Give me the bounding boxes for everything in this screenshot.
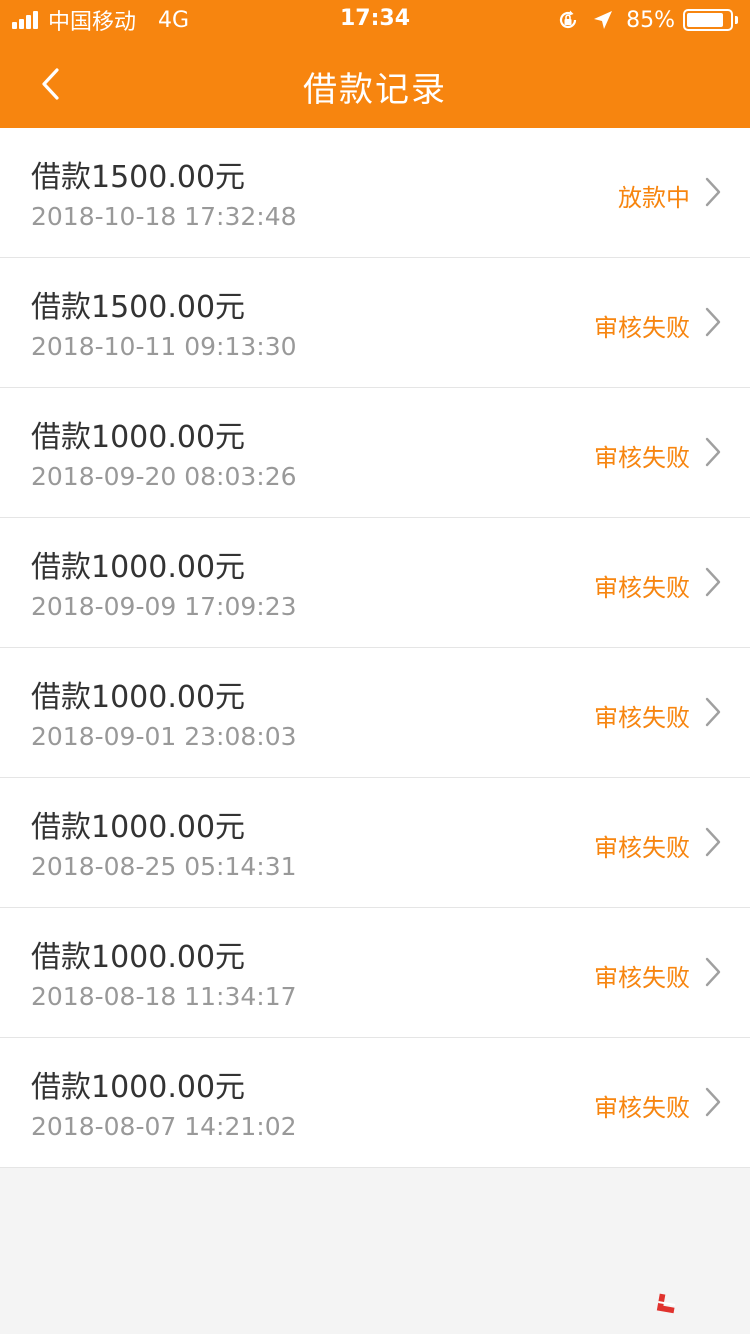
loan-amount: 借款1000.00元 [31, 1070, 246, 1105]
chevron-right-icon [705, 827, 721, 857]
battery-icon [683, 9, 733, 31]
loan-status: 审核失败 [594, 1094, 690, 1122]
orientation-lock-icon [556, 8, 580, 32]
status-bar: 中国移动 4G 17:34 85% [0, 0, 750, 40]
loan-amount: 借款1000.00元 [31, 940, 246, 975]
loan-record-item[interactable]: 借款1500.00元 2018-10-18 17:32:48 放款中 [0, 128, 750, 258]
location-arrow-icon [592, 9, 614, 31]
loan-amount: 借款1000.00元 [31, 420, 246, 455]
loan-record-item[interactable]: 借款1000.00元 2018-08-25 05:14:31 审核失败 [0, 778, 750, 908]
watermark-logo [656, 1293, 676, 1314]
loan-amount: 借款1500.00元 [31, 160, 246, 195]
loan-time: 2018-10-18 17:32:48 [31, 202, 297, 231]
loan-record-item[interactable]: 借款1000.00元 2018-09-09 17:09:23 审核失败 [0, 518, 750, 648]
loan-time: 2018-09-01 23:08:03 [31, 722, 297, 751]
loan-time: 2018-09-09 17:09:23 [31, 592, 297, 621]
loan-time: 2018-09-20 08:03:26 [31, 462, 297, 491]
loan-status: 审核失败 [594, 444, 690, 472]
chevron-right-icon [705, 957, 721, 987]
chevron-right-icon [705, 697, 721, 727]
nav-bar: 借款记录 [0, 40, 750, 128]
loan-status: 放款中 [618, 184, 690, 212]
loan-time: 2018-08-25 05:14:31 [31, 852, 297, 881]
loan-amount: 借款1000.00元 [31, 810, 246, 845]
loan-record-item[interactable]: 借款1000.00元 2018-09-01 23:08:03 审核失败 [0, 648, 750, 778]
chevron-right-icon [705, 307, 721, 337]
status-right: 85% [556, 6, 738, 34]
loan-time: 2018-08-18 11:34:17 [31, 982, 297, 1011]
loan-amount: 借款1500.00元 [31, 290, 246, 325]
loan-time: 2018-10-11 09:13:30 [31, 332, 297, 361]
loan-record-item[interactable]: 借款1000.00元 2018-09-20 08:03:26 审核失败 [0, 388, 750, 518]
battery-tip [735, 16, 738, 24]
loan-status: 审核失败 [594, 314, 690, 342]
battery-percent: 85% [626, 7, 675, 33]
loan-amount: 借款1000.00元 [31, 680, 246, 715]
loan-status: 审核失败 [594, 964, 690, 992]
loan-status: 审核失败 [594, 834, 690, 862]
chevron-right-icon [705, 177, 721, 207]
loan-amount: 借款1000.00元 [31, 550, 246, 585]
battery-fill [687, 13, 723, 27]
loan-status: 审核失败 [594, 704, 690, 732]
loan-status: 审核失败 [594, 574, 690, 602]
loan-time: 2018-08-07 14:21:02 [31, 1112, 297, 1141]
chevron-right-icon [705, 1087, 721, 1117]
loan-record-item[interactable]: 借款1000.00元 2018-08-18 11:34:17 审核失败 [0, 908, 750, 1038]
loan-record-item[interactable]: 借款1500.00元 2018-10-11 09:13:30 审核失败 [0, 258, 750, 388]
loan-record-item[interactable]: 借款1000.00元 2018-08-07 14:21:02 审核失败 [0, 1038, 750, 1168]
page-title: 借款记录 [303, 70, 447, 110]
chevron-right-icon [705, 437, 721, 467]
loan-record-list: 借款1500.00元 2018-10-18 17:32:48 放款中 借款1500.0… [0, 128, 750, 1168]
chevron-right-icon [705, 567, 721, 597]
